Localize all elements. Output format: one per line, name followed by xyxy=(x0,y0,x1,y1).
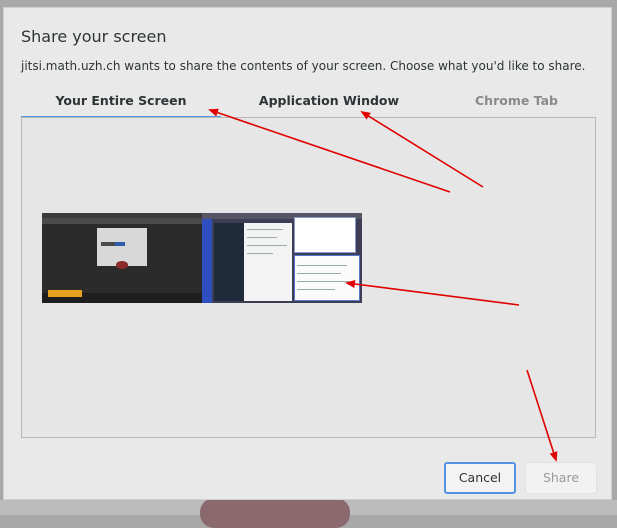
share-button: Share xyxy=(525,462,597,494)
cancel-button[interactable]: Cancel xyxy=(444,462,516,494)
dialog-message: jitsi.math.uzh.ch wants to share the con… xyxy=(21,59,586,73)
tab-entire-screen[interactable]: Your Entire Screen xyxy=(21,90,221,119)
dialog-title: Share your screen xyxy=(21,27,167,46)
backdrop-shape xyxy=(200,498,350,528)
screen-thumbnail[interactable] xyxy=(42,213,362,303)
tab-chrome-tab[interactable]: Chrome Tab xyxy=(437,90,596,116)
share-screen-dialog: Share your screen jitsi.math.uzh.ch want… xyxy=(3,7,612,500)
screen-thumbnail-left-display xyxy=(42,213,202,303)
screen-list-panel xyxy=(21,117,596,438)
tab-application-window[interactable]: Application Window xyxy=(221,90,437,116)
tab-bar: Your Entire Screen Application Window Ch… xyxy=(21,90,596,119)
screen-thumbnail-right-display xyxy=(202,213,362,303)
